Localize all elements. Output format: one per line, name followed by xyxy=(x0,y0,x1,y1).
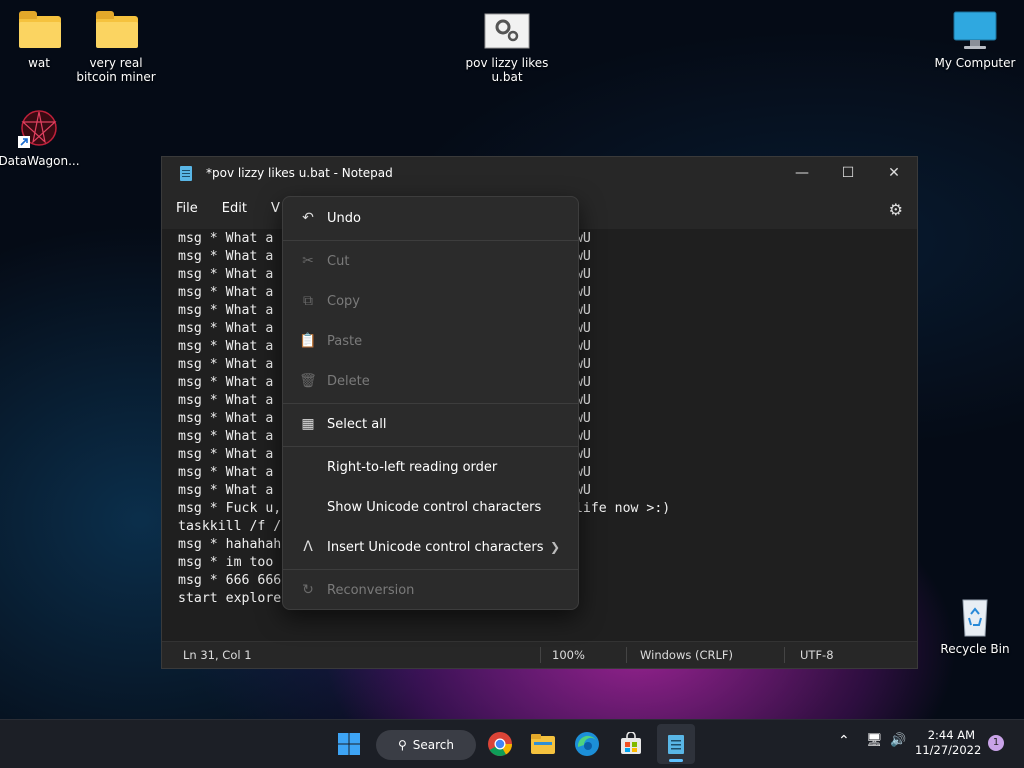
desktop-icon-label: very real bitcoin miner xyxy=(76,56,156,84)
delete-label: Delete xyxy=(327,373,370,389)
desktop-icon-bat-file[interactable]: pov lizzy likes u.bat xyxy=(465,10,549,84)
reconversion-menu-item[interactable]: ↻ Reconversion xyxy=(287,572,574,608)
trash-icon: 🗑 xyxy=(299,373,317,389)
time: 2:44 AM xyxy=(927,728,975,742)
store-icon xyxy=(621,732,641,754)
file-explorer-taskbar-button[interactable] xyxy=(527,728,559,760)
notepad-taskbar-button[interactable] xyxy=(657,724,695,764)
start-button[interactable] xyxy=(333,728,365,760)
recycle-bin-icon xyxy=(951,596,999,638)
desktop-icon-label: My Computer xyxy=(934,56,1016,70)
search-icon: ⚲ xyxy=(397,738,407,752)
chevron-up-icon[interactable]: ⌃ xyxy=(838,733,850,749)
maximize-button[interactable]: ☐ xyxy=(825,157,871,189)
show-unicode-label: Show Unicode control characters xyxy=(327,499,542,515)
desktop-icon-wat[interactable]: wat xyxy=(0,10,81,70)
rtl-label: Right-to-left reading order xyxy=(327,459,498,475)
store-taskbar-button[interactable] xyxy=(615,728,647,760)
undo-icon: ↶ xyxy=(302,210,314,226)
chrome-taskbar-button[interactable] xyxy=(484,728,516,760)
insert-caret-icon: Λ xyxy=(303,539,313,555)
datawagon-shortcut-icon xyxy=(15,108,63,150)
encoding: UTF-8 xyxy=(800,648,834,662)
scissors-icon: ✂ xyxy=(302,253,314,269)
desktop-icon-label: Recycle Bin xyxy=(940,642,1010,656)
select-all-label: Select all xyxy=(327,416,387,432)
settings-gear-icon[interactable]: ⚙ xyxy=(889,200,903,219)
menu-edit[interactable]: Edit xyxy=(210,194,259,224)
desktop-icon-bitcoin-miner[interactable]: very real bitcoin miner xyxy=(74,10,158,84)
date: 11/27/2022 xyxy=(915,743,982,757)
chevron-right-icon: ❯ xyxy=(549,540,560,554)
taskbar: ⚲ Search ⌃ 🖥 🔊 2:44 AM 11/27/2022 1 xyxy=(0,719,1024,768)
reconversion-label: Reconversion xyxy=(327,582,415,598)
clipboard-icon: 📋 xyxy=(299,333,317,349)
title-bar[interactable]: *pov lizzy likes u.bat - Notepad — ☐ ✕ xyxy=(162,157,917,189)
cursor-position: Ln 31, Col 1 xyxy=(183,648,252,662)
notepad-icon xyxy=(180,165,192,181)
undo-label: Undo xyxy=(327,210,361,226)
notepad-icon xyxy=(668,735,684,754)
menu-file[interactable]: File xyxy=(164,194,210,224)
select-all-menu-item[interactable]: ▦ Select all xyxy=(287,406,574,442)
desktop-icon-label: wat xyxy=(28,56,50,70)
close-button[interactable]: ✕ xyxy=(871,157,917,189)
copy-menu-item[interactable]: ⧉ Copy xyxy=(287,283,574,319)
line-ending: Windows (CRLF) xyxy=(640,648,734,662)
desktop-icon-label: pov lizzy likes u.bat xyxy=(465,56,549,84)
file-explorer-icon xyxy=(531,734,555,754)
edge-taskbar-button[interactable] xyxy=(571,728,603,760)
undo-menu-item[interactable]: ↶ Undo xyxy=(287,200,574,236)
paste-label: Paste xyxy=(327,333,363,349)
cut-menu-item[interactable]: ✂ Cut xyxy=(287,243,574,279)
reconversion-icon: ↻ xyxy=(302,582,314,598)
taskbar-search-button[interactable]: ⚲ Search xyxy=(376,730,476,760)
desktop-icon-my-computer[interactable]: My Computer xyxy=(933,10,1017,70)
edge-icon xyxy=(575,732,599,756)
folder-icon xyxy=(92,10,140,52)
batch-file-icon xyxy=(483,10,531,52)
monitor-icon xyxy=(951,10,999,52)
delete-menu-item[interactable]: 🗑 Delete xyxy=(287,363,574,399)
volume-icon[interactable]: 🔊 xyxy=(890,733,906,748)
window-title: *pov lizzy likes u.bat - Notepad xyxy=(206,166,393,180)
clock[interactable]: 2:44 AM 11/27/2022 xyxy=(915,728,982,758)
notification-badge[interactable]: 1 xyxy=(988,735,1004,751)
select-all-icon: ▦ xyxy=(301,416,315,432)
copy-icon: ⧉ xyxy=(303,293,313,309)
active-indicator xyxy=(669,759,683,762)
desktop-icon-label: DataWagon... xyxy=(0,154,80,168)
cut-label: Cut xyxy=(327,253,350,269)
search-label: Search xyxy=(412,738,455,752)
minimize-button[interactable]: — xyxy=(779,157,825,189)
zoom-level: 100% xyxy=(552,648,585,662)
network-icon[interactable]: 🖥 xyxy=(866,733,883,748)
desktop-icon-recycle-bin[interactable]: Recycle Bin xyxy=(933,596,1017,656)
show-unicode-menu-item[interactable]: Show Unicode control characters xyxy=(287,489,574,525)
rtl-reading-order-menu-item[interactable]: Right-to-left reading order xyxy=(287,449,574,485)
insert-unicode-menu-item[interactable]: Λ Insert Unicode control characters ❯ xyxy=(287,529,574,565)
paste-menu-item[interactable]: 📋 Paste xyxy=(287,323,574,359)
insert-unicode-label: Insert Unicode control characters xyxy=(327,539,544,555)
context-menu: ↶ Undo ✂ Cut ⧉ Copy 📋 Paste 🗑 Delete ▦ S… xyxy=(282,196,579,610)
folder-icon xyxy=(15,10,63,52)
status-bar: Ln 31, Col 1 100% Windows (CRLF) UTF-8 xyxy=(162,641,917,668)
chrome-icon xyxy=(488,732,512,757)
copy-label: Copy xyxy=(327,293,360,309)
desktop-icon-datawagon[interactable]: DataWagon... xyxy=(0,108,81,168)
windows-logo-icon xyxy=(338,733,360,755)
